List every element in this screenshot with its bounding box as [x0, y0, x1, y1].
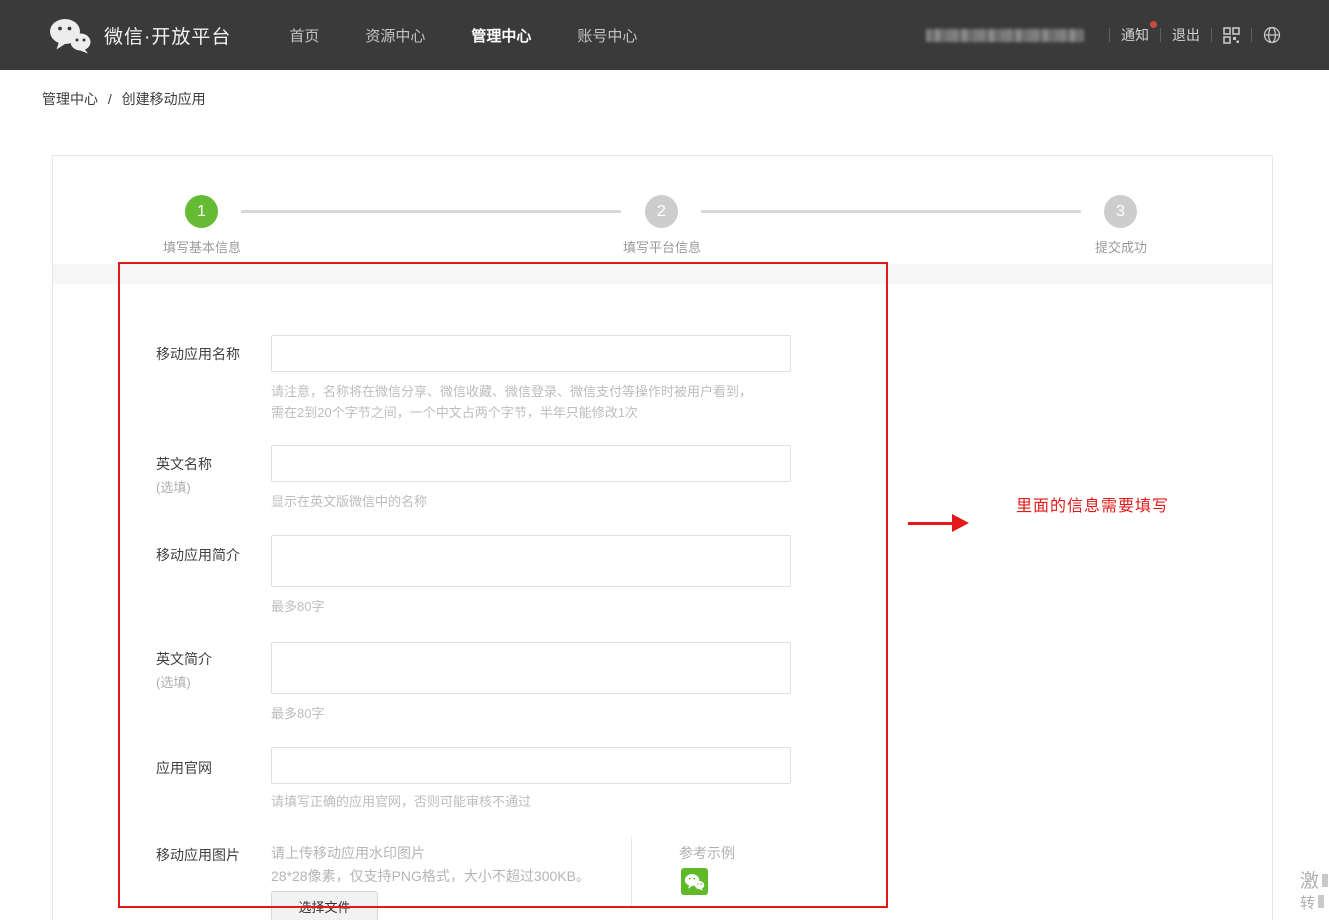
step-3-circle: 3 — [1104, 195, 1137, 228]
nav-account-center[interactable]: 账号中心 — [577, 25, 637, 46]
breadcrumb-management-center[interactable]: 管理中心 — [42, 91, 98, 107]
header-divider — [1251, 28, 1252, 42]
app-intro-textarea[interactable] — [271, 535, 791, 587]
user-account-blurred[interactable] — [926, 29, 1084, 42]
brand-title: 微信·开放平台 — [104, 22, 231, 49]
annotation-arrow-line — [908, 522, 954, 525]
step-2-circle: 2 — [645, 195, 678, 228]
step-2-label: 填写平台信息 — [582, 237, 742, 256]
logout-link[interactable]: 退出 — [1172, 25, 1200, 45]
breadcrumb-current: 创建移动应用 — [122, 91, 206, 107]
upload-section-divider — [631, 837, 632, 909]
app-name-hint-line2: 需在2到20个字节之间，一个中文占两个字节，半年只能修改1次 — [271, 402, 638, 421]
top-nav-bar: 微信·开放平台 首页 资源中心 管理中心 账号中心 通知 退出 — [0, 0, 1329, 70]
step-3-number: 3 — [1116, 203, 1125, 221]
official-site-hint: 请填写正确的应用官网，否则可能审核不通过 — [271, 791, 531, 810]
choose-file-button[interactable]: 选择文件 — [271, 891, 378, 920]
english-intro-hint: 最多80字 — [271, 703, 324, 722]
app-name-hint-line1: 请注意，名称将在微信分享、微信收藏、微信登录、微信支付等操作时被用户看到， — [271, 381, 752, 400]
header-divider — [1160, 28, 1161, 42]
corner-widget-clipped[interactable]: 激 转 — [1300, 870, 1329, 920]
step-2-number: 2 — [657, 203, 666, 221]
header-divider — [1211, 28, 1212, 42]
corner-clipped-glyph — [1318, 895, 1324, 908]
official-site-input[interactable] — [271, 747, 791, 784]
app-intro-hint: 最多80字 — [271, 596, 324, 615]
wechat-open-platform-page: 微信·开放平台 首页 资源中心 管理中心 账号中心 通知 退出 — [0, 0, 1329, 920]
english-intro-optional-label: (选填) — [156, 672, 191, 691]
step-connector-1 — [241, 210, 621, 213]
notifications-label: 通知 — [1121, 27, 1149, 43]
official-site-label: 应用官网 — [156, 758, 212, 778]
app-image-label: 移动应用图片 — [156, 845, 240, 865]
create-app-card: 1 填写基本信息 2 填写平台信息 3 提交成功 移动应用名称 请注意，名称将在… — [52, 155, 1273, 920]
app-intro-label: 移动应用简介 — [156, 545, 240, 565]
nav-resource-center[interactable]: 资源中心 — [365, 25, 425, 46]
section-separator — [53, 264, 1272, 284]
header-divider — [1109, 28, 1110, 42]
step-connector-2 — [701, 210, 1081, 213]
corner-clipped-glyph — [1322, 874, 1328, 887]
notifications-link[interactable]: 通知 — [1121, 25, 1149, 45]
annotation-note: 里面的信息需要填写 — [1016, 492, 1169, 516]
app-name-label: 移动应用名称 — [156, 344, 240, 364]
language-globe-icon[interactable] — [1263, 26, 1281, 44]
qr-code-icon[interactable] — [1223, 27, 1240, 44]
english-name-hint: 显示在英文版微信中的名称 — [271, 491, 427, 510]
step-1-circle: 1 — [185, 195, 218, 228]
sample-title: 参考示例 — [679, 843, 735, 863]
nav-management-center[interactable]: 管理中心 — [471, 25, 531, 46]
english-name-input[interactable] — [271, 445, 791, 482]
wechat-logo-icon — [48, 17, 92, 54]
nav-home[interactable]: 首页 — [289, 25, 319, 46]
step-3-label: 提交成功 — [1041, 237, 1201, 256]
breadcrumb-separator: / — [108, 91, 112, 107]
english-intro-textarea[interactable] — [271, 642, 791, 694]
corner-line2: 转 — [1300, 895, 1315, 912]
step-1-label: 填写基本信息 — [122, 237, 282, 256]
english-name-label: 英文名称 — [156, 454, 212, 474]
corner-line1: 激 — [1300, 871, 1319, 892]
upload-instruction-line2: 28*28像素，仅支持PNG格式，大小不超过300KB。 — [271, 866, 590, 886]
app-name-input[interactable] — [271, 335, 791, 372]
annotation-arrow-head-icon — [952, 514, 969, 532]
basic-info-form: 移动应用名称 请注意，名称将在微信分享、微信收藏、微信登录、微信支付等操作时被用… — [53, 284, 1272, 920]
notification-dot — [1150, 21, 1157, 28]
step-indicator: 1 填写基本信息 2 填写平台信息 3 提交成功 — [53, 156, 1272, 264]
breadcrumb: 管理中心 / 创建移动应用 — [42, 89, 206, 109]
step-1-number: 1 — [197, 203, 206, 221]
header-right: 通知 退出 — [926, 0, 1281, 70]
english-intro-label: 英文简介 — [156, 649, 212, 669]
wechat-sample-icon — [681, 868, 708, 895]
upload-instruction-line1: 请上传移动应用水印图片 — [271, 843, 425, 863]
main-nav: 首页 资源中心 管理中心 账号中心 — [289, 25, 683, 46]
brand[interactable]: 微信·开放平台 — [48, 17, 231, 54]
english-name-optional-label: (选填) — [156, 477, 191, 496]
